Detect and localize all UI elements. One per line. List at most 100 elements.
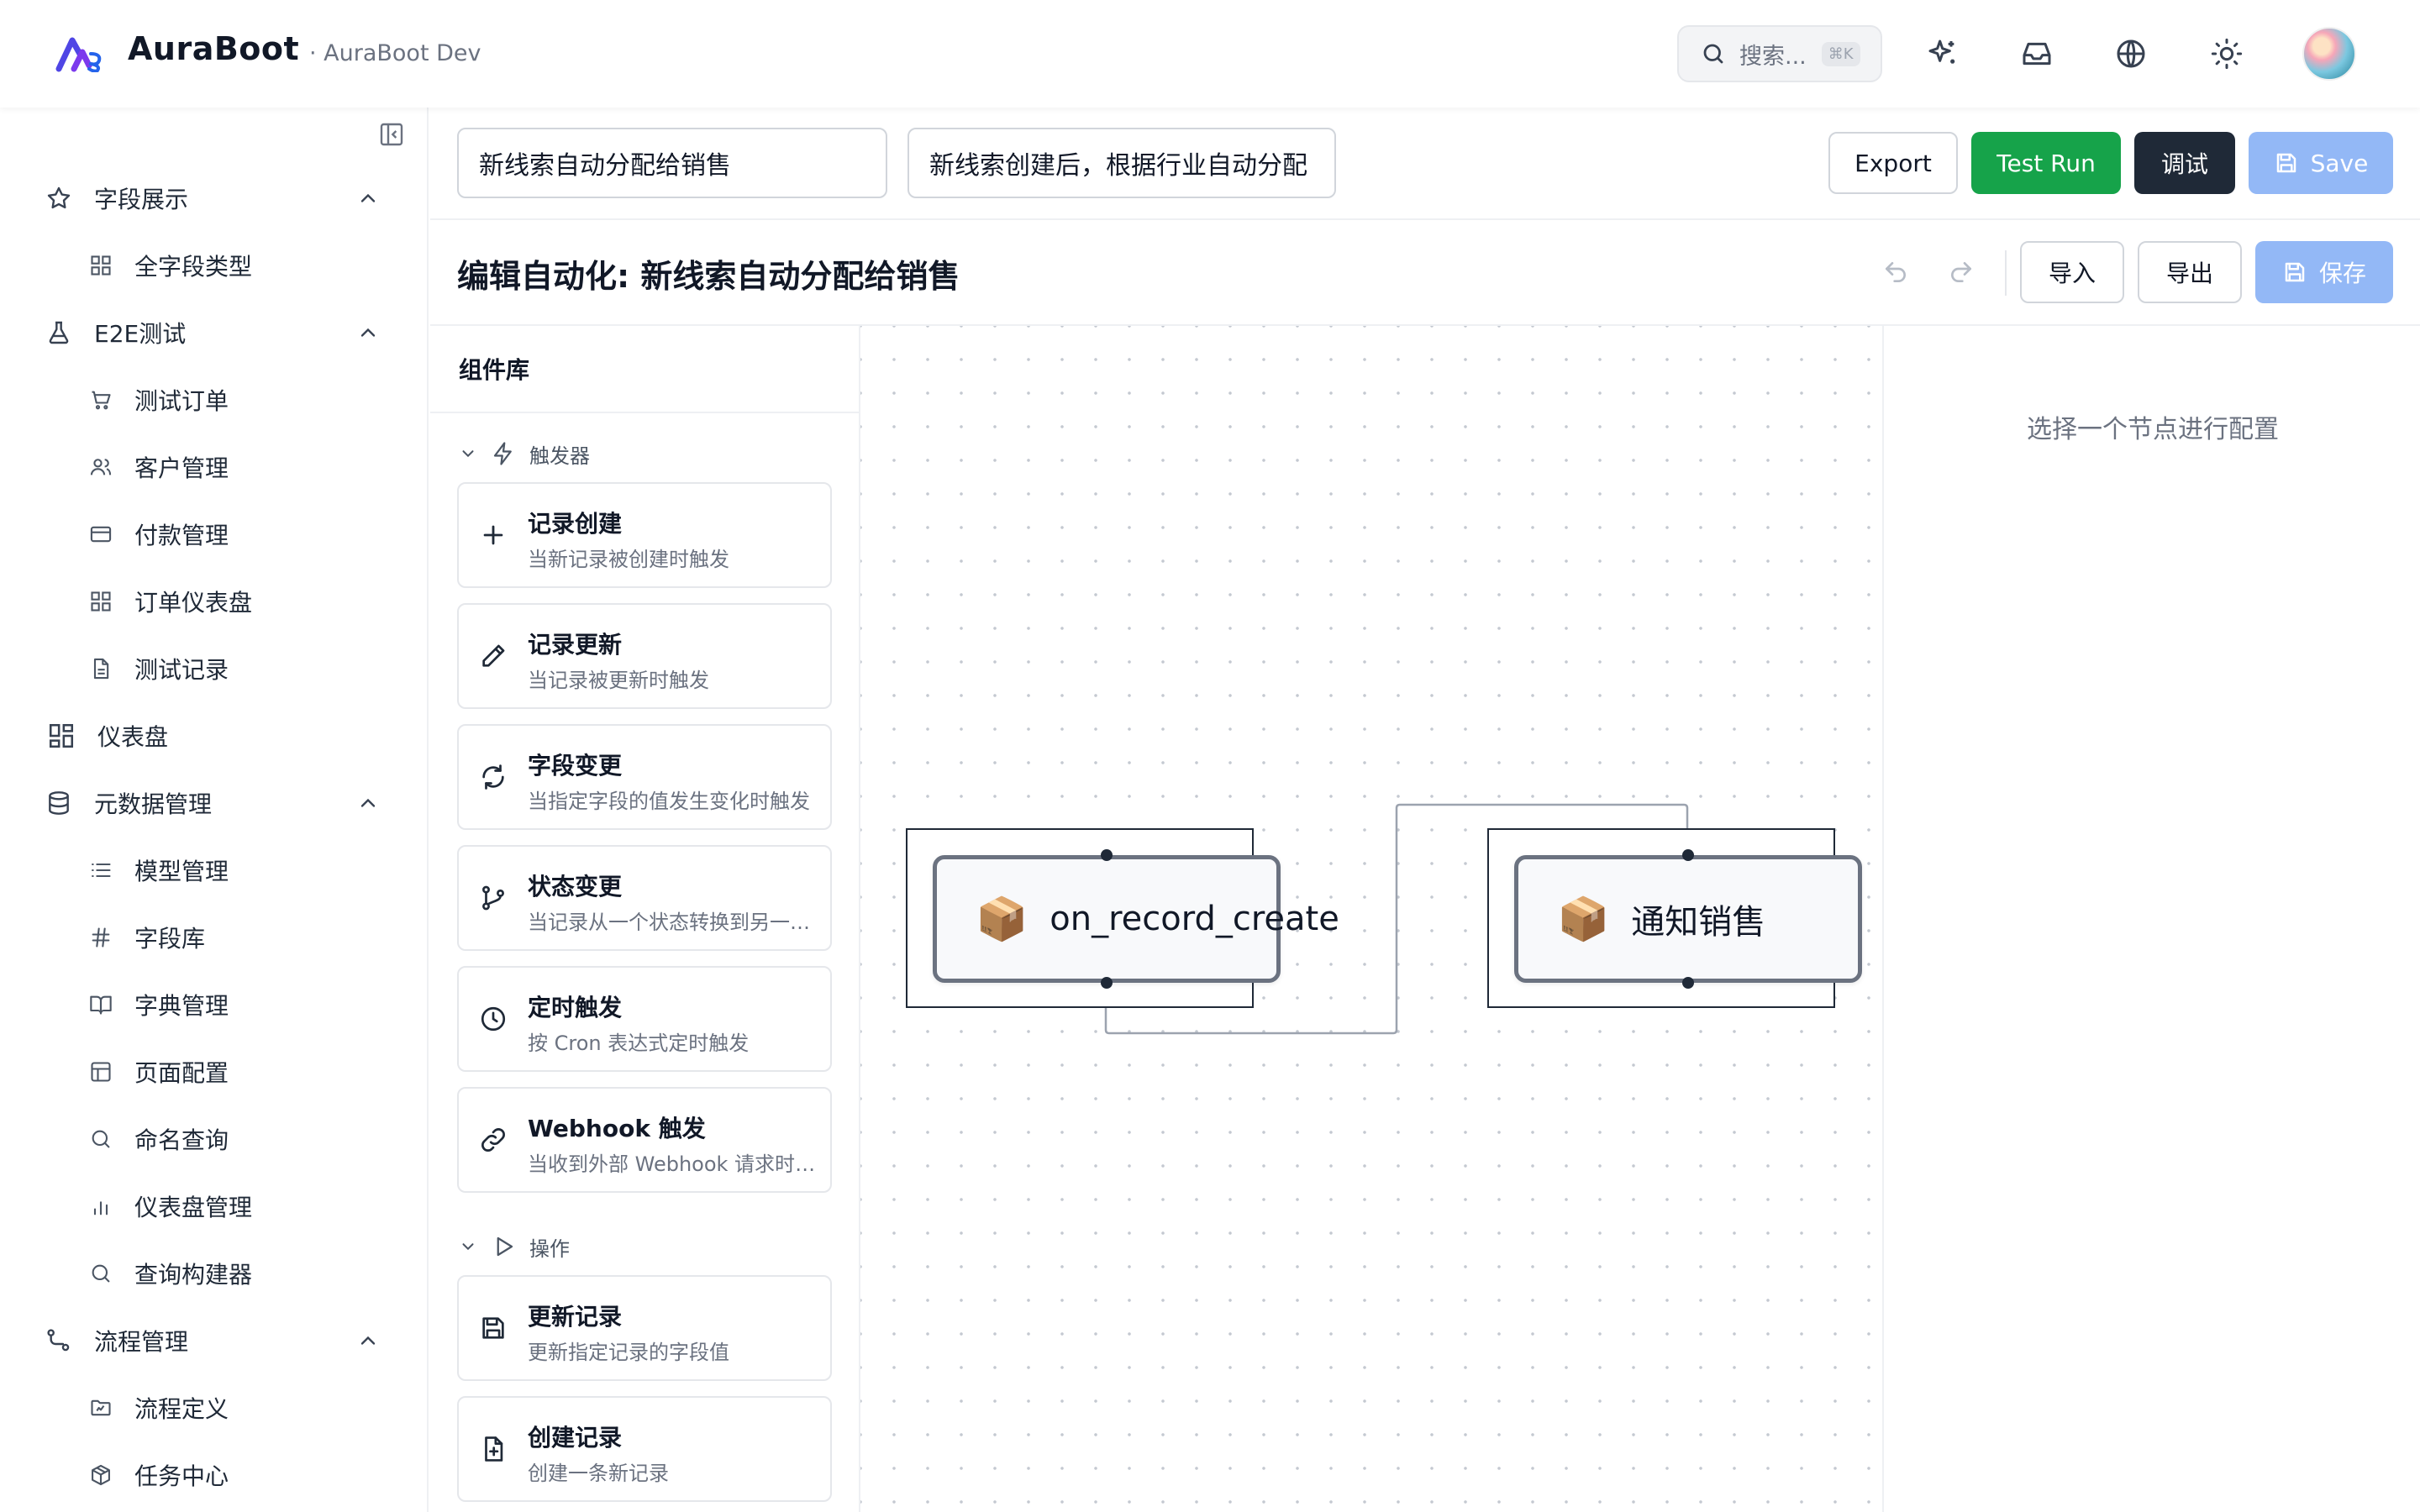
component-card[interactable]: 定时触发 按 Cron 表达式定时触发 xyxy=(457,966,832,1072)
section-triggers[interactable]: 触发器 xyxy=(459,437,590,470)
debug-button[interactable]: 调试 xyxy=(2134,132,2235,194)
node-output-handle[interactable] xyxy=(1682,977,1694,989)
sidebar-item-label: 元数据管理 xyxy=(94,790,213,818)
export-button[interactable]: Export xyxy=(1828,132,1958,194)
component-card[interactable]: 更新记录 更新指定记录的字段值 xyxy=(457,1275,832,1381)
sidebar-item-test-records[interactable]: 测试记录 xyxy=(0,639,429,698)
component-description: 按 Cron 表达式定时触发 xyxy=(528,1032,750,1055)
bar-chart-icon xyxy=(93,1201,108,1215)
star-icon xyxy=(47,186,71,209)
sidebar-item-label: 命名查询 xyxy=(134,1126,229,1154)
save-icon xyxy=(2285,262,2305,282)
undo-icon[interactable] xyxy=(1882,259,1909,286)
sidebar-item-customers[interactable]: 客户管理 xyxy=(0,438,429,496)
link-icon xyxy=(481,1128,505,1152)
component-title: 记录更新 xyxy=(528,631,623,659)
node-output-handle[interactable] xyxy=(1101,977,1113,989)
component-description: 当记录从一个状态转换到另一个状态时触发 xyxy=(528,911,822,934)
global-search[interactable]: 搜索... ⌘K xyxy=(1677,25,1882,82)
sidebar-item-models[interactable]: 模型管理 xyxy=(0,841,429,900)
sidebar-item-payments[interactable]: 付款管理 xyxy=(0,505,429,564)
sidebar-group-workflow[interactable]: 流程管理 xyxy=(0,1311,429,1370)
component-card[interactable]: 记录创建 当新记录被创建时触发 xyxy=(457,482,832,588)
component-description: 当新记录被创建时触发 xyxy=(528,548,729,571)
sidebar-item-order-dashboard[interactable]: 订单仪表盘 xyxy=(0,572,429,631)
sidebar-group-e2e-test[interactable]: E2E测试 xyxy=(0,303,429,362)
sidebar-item-dashboard[interactable]: 仪表盘 xyxy=(0,706,429,765)
automation-name-input[interactable]: 新线索自动分配给销售 xyxy=(457,128,887,198)
sidebar-collapse-icon[interactable] xyxy=(378,121,405,148)
component-description: 更新指定记录的字段值 xyxy=(528,1341,729,1364)
layout-icon xyxy=(91,1062,111,1082)
sidebar-item-dictionary[interactable]: 字典管理 xyxy=(0,975,429,1034)
sidebar-item-test-orders[interactable]: 测试订单 xyxy=(0,370,429,429)
top-header: AuraBoot · AuraBoot Dev 搜索... ⌘K xyxy=(0,0,2420,108)
sidebar-item-label: 客户管理 xyxy=(134,454,229,482)
flow-node-label: on_record_create xyxy=(1050,900,1339,938)
properties-empty-hint: 选择一个节点进行配置 xyxy=(2027,415,2279,444)
section-title: 触发器 xyxy=(529,444,590,468)
chevron-up-icon[interactable] xyxy=(356,791,380,815)
save-button[interactable]: Save xyxy=(2249,132,2393,194)
globe-icon[interactable] xyxy=(2114,37,2148,71)
save-flow-button[interactable]: 保存 xyxy=(2255,241,2393,303)
grid-icon xyxy=(91,255,111,276)
sidebar-item-label: 查询构建器 xyxy=(134,1261,253,1289)
inbox-icon[interactable] xyxy=(2020,37,2054,71)
component-title: 记录创建 xyxy=(528,510,623,538)
sparkles-icon[interactable] xyxy=(1926,37,1960,71)
redo-icon[interactable] xyxy=(1948,259,1975,286)
save-flow-button-label: 保存 xyxy=(2318,260,2366,287)
node-input-handle[interactable] xyxy=(1101,849,1113,861)
sidebar-item-field-library[interactable]: 字段库 xyxy=(0,908,429,967)
sun-icon[interactable] xyxy=(2210,37,2244,71)
folder-icon xyxy=(91,1399,111,1416)
sidebar-item-query-builder[interactable]: 查询构建器 xyxy=(0,1244,429,1303)
sidebar-item-label: 仪表盘管理 xyxy=(134,1194,253,1221)
sidebar-group-metadata[interactable]: 元数据管理 xyxy=(0,774,429,832)
import-button[interactable]: 导入 xyxy=(2020,241,2124,303)
refresh-icon xyxy=(482,764,504,790)
flow-canvas[interactable]: 📦 on_record_create 📦 通知销售 xyxy=(860,326,1884,1512)
sidebar-item-all-field-types[interactable]: 全字段类型 xyxy=(0,236,429,295)
component-card[interactable]: 记录更新 当记录被更新时触发 xyxy=(457,603,832,709)
automation-description-input[interactable]: 新线索创建后，根据行业自动分配 xyxy=(908,128,1336,198)
sidebar-item-dashboard-management[interactable]: 仪表盘管理 xyxy=(0,1177,429,1236)
sidebar-item-label: 仪表盘 xyxy=(97,723,169,751)
search-placeholder: 搜索... xyxy=(1739,43,1807,70)
git-branch-icon xyxy=(482,885,504,911)
component-card[interactable]: 状态变更 当记录从一个状态转换到另一个状态时触发 xyxy=(457,845,832,951)
sidebar-item-page-config[interactable]: 页面配置 xyxy=(0,1042,429,1101)
component-card[interactable]: 创建记录 创建一条新记录 xyxy=(457,1396,832,1502)
component-description: 当指定字段的值发生变化时触发 xyxy=(528,790,810,813)
sidebar-item-named-query[interactable]: 命名查询 xyxy=(0,1110,429,1168)
chevron-up-icon[interactable] xyxy=(356,186,380,210)
section-actions[interactable]: 操作 xyxy=(459,1230,570,1263)
sidebar-item-label: 模型管理 xyxy=(134,858,229,885)
test-run-button[interactable]: Test Run xyxy=(1971,132,2121,194)
chevron-up-icon[interactable] xyxy=(356,1329,380,1352)
component-card[interactable]: Webhook 触发 当收到外部 Webhook 请求时触发 xyxy=(457,1087,832,1193)
component-card[interactable]: 字段变更 当指定字段的值发生变化时触发 xyxy=(457,724,832,830)
brand-name[interactable]: AuraBoot xyxy=(128,30,299,67)
sidebar-item-task-center[interactable]: 任务中心 xyxy=(0,1446,429,1504)
export-flow-button[interactable]: 导出 xyxy=(2138,241,2242,303)
flow-node-action[interactable]: 📦 通知销售 xyxy=(1514,855,1862,983)
user-avatar[interactable] xyxy=(2302,27,2356,81)
sidebar-group-field-display[interactable]: 字段展示 xyxy=(0,169,429,228)
component-title: 定时触发 xyxy=(528,994,623,1021)
chevron-down-icon xyxy=(462,1243,474,1251)
sidebar-item-process-definition[interactable]: 流程定义 xyxy=(0,1378,429,1437)
editor-header: 编辑自动化: 新线索自动分配给销售 导入 导出 保存 xyxy=(430,220,2420,326)
search-icon xyxy=(92,1264,110,1283)
environment-label: · AuraBoot Dev xyxy=(309,40,481,66)
flow-node-trigger[interactable]: 📦 on_record_create xyxy=(933,855,1339,983)
auraboot-logo-icon[interactable] xyxy=(55,35,104,72)
chevron-up-icon[interactable] xyxy=(356,321,380,344)
sidebar-item-label: 付款管理 xyxy=(134,522,229,549)
chevron-down-icon xyxy=(462,450,474,458)
hash-icon xyxy=(92,927,110,948)
sidebar-item-label: 测试订单 xyxy=(134,387,229,415)
node-input-handle[interactable] xyxy=(1682,849,1694,861)
save-icon xyxy=(482,1317,504,1339)
